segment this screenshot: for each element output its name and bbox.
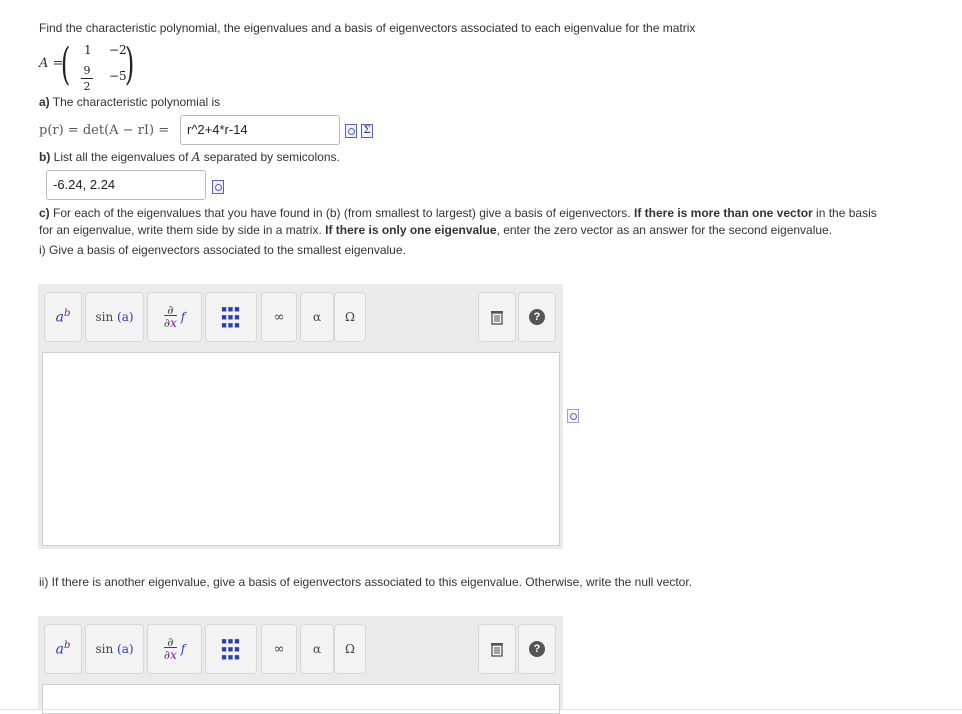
matrix-cell-r1c1: 1 — [84, 43, 92, 57]
part-c-prefix: c) — [39, 206, 50, 220]
part-b-prefix: b) — [39, 150, 51, 164]
derivative-button[interactable]: ∂ ∂x f — [147, 292, 202, 342]
math-editor-1: ab sin (a) ∂ ∂x f ■■■ ■■■ ■■■ ∞ α Ω ? — [38, 284, 563, 549]
trash-icon — [491, 643, 503, 657]
matrix-lhs: A = — [39, 56, 64, 71]
help-icon: ? — [529, 309, 545, 325]
alpha-symbol: α — [312, 642, 322, 656]
polynomial-answer-input[interactable]: r^2+4*r-14 — [180, 115, 340, 145]
part-c-instructions: c) For each of the eigenvalues that you … — [39, 205, 879, 239]
clear-button[interactable] — [478, 624, 516, 674]
page-bottom-divider — [0, 709, 962, 710]
help-button[interactable]: ? — [518, 624, 556, 674]
preview-icon[interactable] — [567, 409, 579, 423]
math-input-area-1[interactable] — [42, 352, 560, 546]
part-c-ii-label: ii) If there is another eigenvalue, give… — [39, 575, 693, 589]
part-b-text-after: separated by semicolons. — [200, 150, 340, 164]
trig-function-button[interactable]: sin (a) — [85, 292, 144, 342]
fraction-numerator: 9 — [83, 64, 91, 77]
symbol-button[interactable]: Ω — [334, 292, 366, 342]
part-b-text-before: List all the eigenvalues of — [50, 150, 192, 164]
help-icon: ? — [529, 641, 545, 657]
infinity-symbol: ∞ — [273, 641, 285, 657]
part-c-text-1: For each of the eigenvalues that you hav… — [49, 206, 634, 220]
infinity-button[interactable]: ∞ — [261, 292, 297, 342]
part-a-label: a) The characteristic polynomial is — [39, 95, 220, 109]
part-a-prefix: a) — [39, 95, 50, 109]
part-c-bold-1: If there is more than one vector — [633, 206, 813, 220]
preview-icon[interactable] — [345, 124, 357, 138]
question-intro: Find the characteristic polynomial, the … — [39, 21, 696, 35]
sin-arg: (a) — [117, 310, 134, 324]
part-c-i-label: i) Give a basis of eigenvectors associat… — [39, 243, 406, 257]
infinity-button[interactable]: ∞ — [261, 624, 297, 674]
sin-arg: (a) — [117, 642, 134, 656]
greek-button[interactable]: α — [300, 624, 334, 674]
omega-symbol: Ω — [345, 310, 355, 324]
omega-symbol: Ω — [345, 642, 355, 656]
matrix-cell-r2c1: 9 2 — [81, 64, 93, 93]
right-paren: ) — [124, 39, 135, 90]
symbol-button[interactable]: Ω — [334, 624, 366, 674]
polynomial-equation: p(r) = det(A − rI) = — [39, 123, 170, 138]
matrix-button[interactable]: ■■■ ■■■ ■■■ — [205, 292, 257, 342]
part-c-bold-2: If there is only one eigenvalue — [325, 223, 497, 237]
matrix-A: A = ( 1 −2 9 2 −5 ) — [39, 40, 149, 94]
sin-label: sin — [95, 642, 114, 656]
preview-icon[interactable] — [212, 180, 224, 194]
fraction-denominator: 2 — [83, 80, 91, 93]
eigenvalues-answer-input[interactable]: -6.24, 2.24 — [46, 170, 206, 200]
derivative-button[interactable]: ∂ ∂x f — [147, 624, 202, 674]
alpha-symbol: α — [312, 310, 322, 324]
trig-function-button[interactable]: sin (a) — [85, 624, 144, 674]
part-b-label: b) List all the eigenvalues of A separat… — [39, 150, 340, 164]
part-c-text-3: , enter the zero vector as an answer for… — [496, 223, 833, 237]
infinity-symbol: ∞ — [273, 309, 285, 325]
math-editor-2: ab sin (a) ∂ ∂x f ■■■ ■■■ ■■■ ∞ α Ω ? — [38, 616, 563, 714]
greek-button[interactable]: α — [300, 292, 334, 342]
help-button[interactable]: ? — [518, 292, 556, 342]
part-a-text: The characteristic polynomial is — [49, 95, 221, 109]
clear-button[interactable] — [478, 292, 516, 342]
sigma-icon[interactable]: Σ — [361, 124, 373, 138]
left-paren: ( — [60, 39, 71, 90]
sin-label: sin — [95, 310, 114, 324]
superscript-button[interactable]: ab — [44, 624, 82, 674]
trash-icon — [491, 311, 503, 325]
superscript-button[interactable]: ab — [44, 292, 82, 342]
matrix-button[interactable]: ■■■ ■■■ ■■■ — [205, 624, 257, 674]
